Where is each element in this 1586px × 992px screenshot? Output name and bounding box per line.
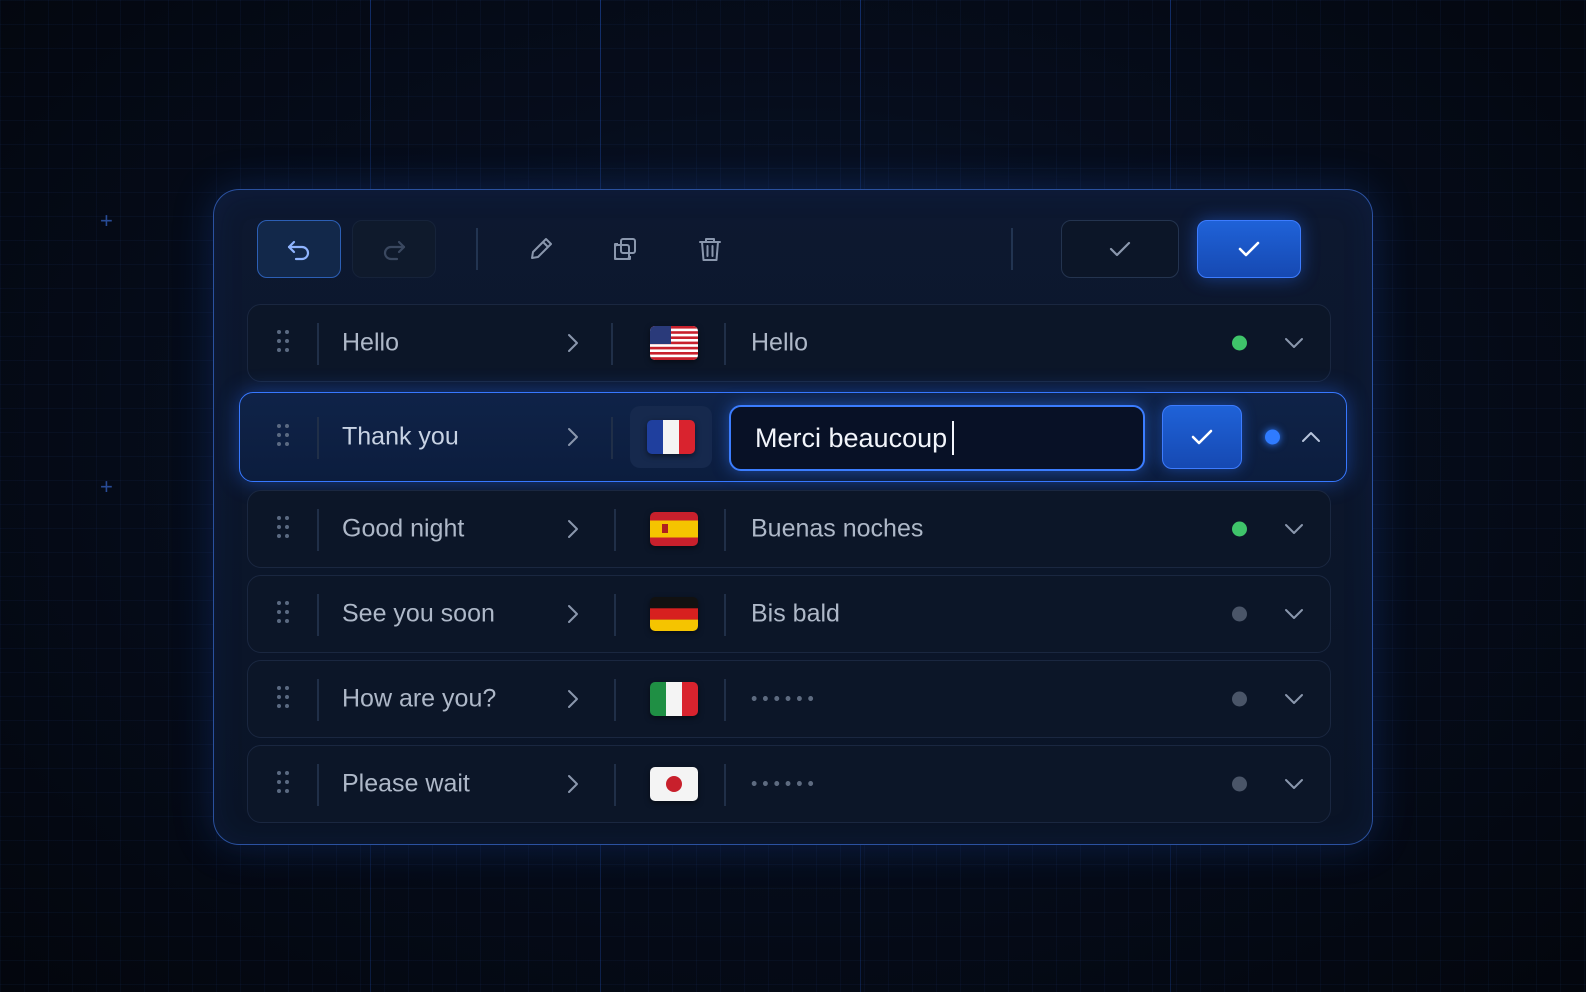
background-plus-mark: + bbox=[100, 208, 113, 233]
pencil-icon bbox=[531, 238, 552, 259]
translation-row[interactable]: See you soon Bis bald bbox=[247, 575, 1331, 653]
es-flag-icon bbox=[650, 512, 698, 546]
target-text: Bis bald bbox=[751, 599, 840, 628]
target-placeholder: •••••• bbox=[751, 688, 819, 709]
cell-divider bbox=[317, 323, 319, 365]
cell-divider bbox=[614, 764, 616, 806]
cell-divider bbox=[724, 323, 726, 365]
drag-handle-icon[interactable] bbox=[275, 599, 291, 629]
source-text: Please wait bbox=[342, 769, 470, 798]
drag-handle-icon[interactable] bbox=[275, 328, 291, 358]
translation-row[interactable]: Hello Hello bbox=[247, 304, 1331, 382]
status-dot-pending bbox=[1232, 691, 1247, 707]
translation-row-editing[interactable]: Thank you bbox=[239, 392, 1347, 482]
cell-divider bbox=[614, 594, 616, 636]
drag-handle-icon[interactable] bbox=[275, 422, 291, 452]
translation-row[interactable]: How are you? •••••• bbox=[247, 660, 1331, 738]
duplicate-icon bbox=[614, 238, 636, 260]
status-dot-pending bbox=[1232, 776, 1247, 792]
check-icon bbox=[1109, 241, 1131, 257]
toolbar bbox=[214, 190, 1372, 290]
chevron-right-icon[interactable] bbox=[564, 688, 582, 710]
drag-handle-icon[interactable] bbox=[275, 769, 291, 799]
chevron-right-icon[interactable] bbox=[564, 332, 582, 354]
translation-row[interactable]: Please wait •••••• bbox=[247, 745, 1331, 823]
redo-button[interactable] bbox=[352, 220, 436, 278]
status-dot-translated bbox=[1232, 335, 1247, 351]
chevron-right-icon[interactable] bbox=[564, 426, 582, 448]
redo-icon bbox=[383, 240, 406, 261]
text-caret bbox=[952, 421, 954, 455]
chevron-up-icon[interactable] bbox=[1300, 429, 1322, 445]
drag-handle-icon[interactable] bbox=[275, 514, 291, 544]
cell-divider bbox=[724, 509, 726, 551]
source-text: Thank you bbox=[342, 422, 459, 451]
target-text: Hello bbox=[751, 328, 808, 357]
cell-divider bbox=[611, 417, 613, 459]
chevron-right-icon[interactable] bbox=[564, 518, 582, 540]
chevron-down-icon[interactable] bbox=[1283, 521, 1305, 537]
status-dot-editing bbox=[1265, 429, 1280, 445]
toolbar-divider bbox=[1011, 228, 1013, 270]
check-icon bbox=[1238, 241, 1260, 257]
target-placeholder: •••••• bbox=[751, 773, 819, 794]
cell-divider bbox=[317, 679, 319, 721]
chevron-down-icon[interactable] bbox=[1283, 776, 1305, 792]
translation-row[interactable]: Good night Buenas noches bbox=[247, 490, 1331, 568]
cell-divider bbox=[317, 594, 319, 636]
status-dot-translated bbox=[1232, 521, 1247, 537]
it-flag-icon bbox=[650, 682, 698, 716]
duplicate-button[interactable] bbox=[600, 220, 650, 278]
translation-panel: Hello Hello Thank you Merci beaucoup Goo… bbox=[213, 189, 1373, 845]
delete-button[interactable] bbox=[685, 220, 735, 278]
jp-flag-icon bbox=[650, 767, 698, 801]
cell-divider bbox=[611, 323, 613, 365]
trash-icon bbox=[699, 238, 721, 261]
de-flag-icon bbox=[650, 597, 698, 631]
source-text: See you soon bbox=[342, 599, 495, 628]
background-plus-mark: + bbox=[100, 474, 113, 499]
undo-icon bbox=[287, 240, 310, 261]
cell-divider bbox=[724, 594, 726, 636]
confirm-translation-button[interactable] bbox=[1162, 405, 1242, 469]
translation-input[interactable] bbox=[729, 405, 1145, 471]
source-text: Good night bbox=[342, 514, 465, 543]
source-text: How are you? bbox=[342, 684, 497, 713]
cell-divider bbox=[614, 679, 616, 721]
chevron-down-icon[interactable] bbox=[1283, 335, 1305, 351]
cell-divider bbox=[724, 764, 726, 806]
cell-divider bbox=[317, 417, 319, 459]
undo-button[interactable] bbox=[257, 220, 341, 278]
cell-divider bbox=[614, 509, 616, 551]
us-flag-icon bbox=[650, 326, 698, 360]
chevron-right-icon[interactable] bbox=[564, 773, 582, 795]
status-dot-pending bbox=[1232, 606, 1247, 622]
cell-divider bbox=[724, 679, 726, 721]
cell-divider bbox=[317, 509, 319, 551]
source-text: Hello bbox=[342, 328, 399, 357]
chevron-down-icon[interactable] bbox=[1283, 691, 1305, 707]
chevron-down-icon[interactable] bbox=[1283, 606, 1305, 622]
toolbar-divider bbox=[476, 228, 478, 270]
check-icon bbox=[1191, 429, 1213, 445]
drag-handle-icon[interactable] bbox=[275, 684, 291, 714]
flag-highlight bbox=[630, 406, 712, 468]
fr-flag-icon bbox=[647, 420, 695, 454]
chevron-right-icon[interactable] bbox=[564, 603, 582, 625]
approve-button[interactable] bbox=[1061, 220, 1179, 278]
confirm-all-button[interactable] bbox=[1197, 220, 1301, 278]
target-text: Buenas noches bbox=[751, 514, 924, 543]
edit-button[interactable] bbox=[516, 220, 566, 278]
cell-divider bbox=[317, 764, 319, 806]
